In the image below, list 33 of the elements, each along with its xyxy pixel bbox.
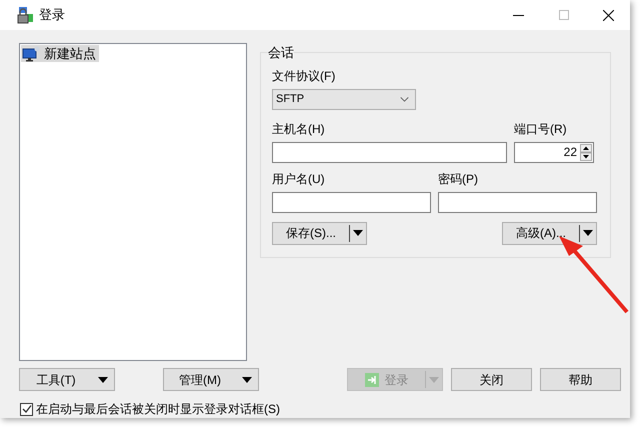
checkbox[interactable] <box>20 402 33 416</box>
field-label: 文件协议(F) <box>272 68 336 84</box>
caret-icon <box>98 376 108 382</box>
help-button[interactable]: 帮助 <box>540 368 621 391</box>
enter-icon <box>364 372 378 386</box>
port-spinbox[interactable]: 22 <box>514 142 594 162</box>
username-input[interactable] <box>272 192 431 212</box>
field-label: 主机名(H) <box>272 122 326 138</box>
caret-icon <box>583 230 593 236</box>
password-input[interactable] <box>438 192 597 212</box>
advanced-button[interactable]: 高级(A)... <box>502 222 597 244</box>
field-label: 端口号(R) <box>514 122 568 138</box>
site-item[interactable]: 新建站点 <box>21 45 99 62</box>
chevron-down-icon <box>400 96 409 102</box>
caret-icon <box>429 376 439 382</box>
computer-icon <box>22 46 40 62</box>
maximize-icon <box>559 10 569 20</box>
manage-button[interactable]: 管理(M) <box>163 368 259 391</box>
caret-icon <box>242 376 252 382</box>
close-icon <box>603 10 614 20</box>
group-title: 会话 <box>268 44 294 62</box>
app-lock-icon <box>16 6 34 24</box>
close-button[interactable]: 关闭 <box>451 368 532 391</box>
save-button[interactable]: 保存(S)... <box>272 222 367 244</box>
tools-button[interactable]: 工具(T) <box>19 368 115 391</box>
window-title: 登录 <box>39 6 65 24</box>
field-label: 密码(P) <box>438 172 479 188</box>
protocol-select[interactable]: SFTP <box>272 88 416 110</box>
checkbox-label: 在启动与最后会话被关闭时显示登录对话框(S) <box>36 401 280 418</box>
field-label: 用户名(U) <box>272 172 326 188</box>
spinner-arrows-icon[interactable] <box>580 144 592 160</box>
host-input[interactable] <box>272 142 507 162</box>
caret-icon <box>353 230 363 236</box>
